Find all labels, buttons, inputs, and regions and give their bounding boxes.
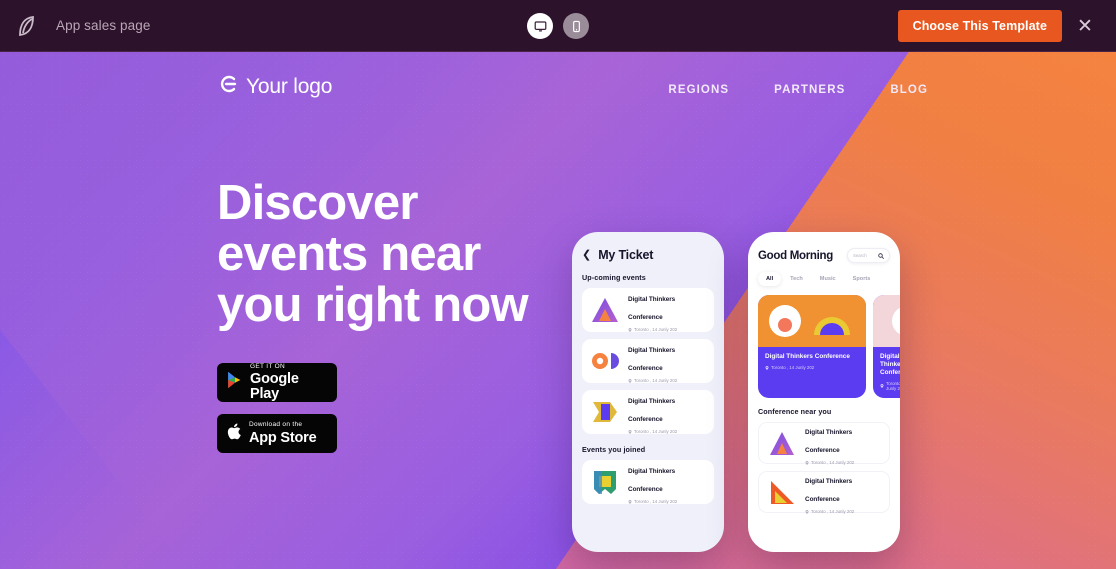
location-pin-icon bbox=[805, 509, 809, 514]
greeting-title: Good Morning bbox=[758, 249, 833, 262]
category-filter-chips: All Tech Music Sports bbox=[758, 272, 890, 286]
list-item[interactable]: Digital Thinkers Conference Toronto , 14… bbox=[758, 471, 890, 514]
location-pin-icon bbox=[628, 429, 632, 434]
hero-headline: Discover events near you right now bbox=[217, 176, 529, 332]
chip-tech[interactable]: Tech bbox=[782, 272, 811, 286]
featured-meta: Toronto , 14 Junly 202 bbox=[765, 365, 859, 370]
phone-mockup-left: ❮ My Ticket Up-coming events Digital Thi… bbox=[572, 232, 724, 552]
location-pin-icon bbox=[880, 384, 884, 388]
phone-left-screen: ❮ My Ticket Up-coming events Digital Thi… bbox=[572, 232, 724, 552]
nav-item-blog[interactable]: BLOG bbox=[890, 84, 928, 96]
triangle-orange-thumb bbox=[767, 477, 797, 507]
editor-topbar: App sales page Choose This Template ✕ bbox=[0, 0, 1116, 52]
nav-item-partners[interactable]: PARTNERS bbox=[774, 84, 845, 96]
list-item[interactable]: Digital Thinkers Conference Toronto , 14… bbox=[758, 422, 890, 465]
search-icon bbox=[878, 252, 884, 259]
nav-item-regions[interactable]: REGIONS bbox=[668, 84, 729, 96]
background-diagonal-band bbox=[0, 52, 1116, 569]
location-pin-icon bbox=[628, 499, 632, 504]
app-store-badge[interactable]: Download on the App Store bbox=[217, 414, 337, 453]
app-store-badge-small: Download on the bbox=[249, 421, 303, 428]
list-item[interactable]: Digital Thinkers Conference Toronto , 14… bbox=[582, 288, 714, 332]
section-title-near: Conference near you bbox=[758, 407, 832, 416]
triangle-purple-thumb bbox=[767, 428, 797, 458]
event-name: Digital Thinkers Conference bbox=[628, 347, 676, 372]
my-ticket-title: My Ticket bbox=[598, 248, 654, 262]
event-meta: Toronto , 14 Junly 202 bbox=[628, 429, 706, 434]
featured-name: Digital Thinkers Conference bbox=[880, 353, 900, 376]
template-preview-canvas: Your logo REGIONS PARTNERS BLOG Discover… bbox=[0, 52, 1116, 569]
event-name: Digital Thinkers Conference bbox=[805, 429, 853, 454]
leaf-logo-icon[interactable] bbox=[0, 0, 52, 52]
triangle-purple-thumb bbox=[590, 295, 620, 325]
desktop-icon[interactable] bbox=[527, 13, 553, 39]
google-play-icon bbox=[226, 371, 243, 394]
hero-section: Discover events near you right now GET I… bbox=[217, 178, 547, 453]
green-yellow-thumb bbox=[590, 467, 620, 497]
google-play-badge-label: Google Play bbox=[250, 371, 299, 402]
phone-mockup-right: Good Morning Search All Tech Music Sport… bbox=[748, 232, 900, 552]
pink-dots-banner bbox=[873, 295, 900, 347]
editor-actions: Choose This Template ✕ bbox=[897, 0, 1116, 52]
close-icon[interactable]: ✕ bbox=[1068, 9, 1102, 43]
chip-sports[interactable]: Sports bbox=[845, 272, 879, 286]
site-nav: REGIONS PARTNERS BLOG bbox=[668, 84, 928, 96]
featured-card[interactable]: Digital Thinkers Conference Toronto , 14… bbox=[873, 295, 900, 398]
section-title-joined: Events you joined bbox=[582, 445, 646, 454]
google-play-badge-small: GET IT ON bbox=[250, 362, 285, 370]
location-pin-icon bbox=[805, 460, 809, 465]
site-brand[interactable]: Your logo bbox=[217, 74, 332, 99]
search-input[interactable]: Search bbox=[847, 248, 890, 263]
background-noise-overlay bbox=[0, 52, 1116, 569]
app-store-badge-label: App Store bbox=[249, 429, 317, 446]
event-name: Digital Thinkers Conference bbox=[805, 478, 853, 503]
list-item[interactable]: Digital Thinkers Conference Toronto , 14… bbox=[582, 460, 714, 504]
featured-carousel[interactable]: Digital Thinkers Conference Toronto , 14… bbox=[758, 295, 900, 398]
event-meta: Toronto , 14 Junly 202 bbox=[628, 327, 706, 332]
event-meta: Toronto , 14 Junly 202 bbox=[628, 378, 706, 383]
ring-halfcircle-thumb bbox=[590, 346, 620, 376]
google-play-badge[interactable]: GET IT ON Google Play bbox=[217, 363, 337, 402]
mobile-icon[interactable] bbox=[563, 13, 589, 39]
choose-template-button[interactable]: Choose This Template bbox=[897, 10, 1062, 42]
site-brand-label: Your logo bbox=[246, 74, 333, 98]
location-pin-icon bbox=[765, 365, 769, 370]
chip-all[interactable]: All bbox=[758, 272, 782, 286]
chip-music[interactable]: Music bbox=[812, 272, 844, 286]
store-badges: GET IT ON Google Play Download on the Ap… bbox=[217, 363, 547, 453]
event-name: Digital Thinkers Conference bbox=[628, 398, 676, 423]
site-header: Your logo REGIONS PARTNERS BLOG bbox=[0, 52, 1116, 114]
event-name: Digital Thinkers Conference bbox=[628, 468, 676, 493]
search-placeholder: Search bbox=[853, 253, 867, 258]
phone-right-screen: Good Morning Search All Tech Music Sport… bbox=[748, 232, 900, 552]
location-pin-icon bbox=[628, 378, 632, 383]
my-ticket-header: ❮ My Ticket bbox=[582, 248, 714, 262]
bracket-logo-icon bbox=[217, 74, 237, 99]
greeting-header: Good Morning Search bbox=[758, 248, 890, 263]
event-name: Digital Thinkers Conference bbox=[628, 296, 676, 321]
featured-card[interactable]: Digital Thinkers Conference Toronto , 14… bbox=[758, 295, 866, 398]
arrow-yellow-thumb bbox=[590, 397, 620, 427]
location-pin-icon bbox=[628, 327, 632, 332]
chevron-left-icon[interactable]: ❮ bbox=[582, 249, 591, 261]
list-item[interactable]: Digital Thinkers Conference Toronto , 14… bbox=[582, 390, 714, 434]
event-meta: Toronto , 14 Junly 202 bbox=[805, 509, 881, 514]
apple-icon bbox=[226, 422, 242, 446]
featured-name: Digital Thinkers Conference bbox=[765, 353, 850, 360]
featured-meta: Toronto , 14 Junly 202 bbox=[880, 381, 900, 391]
section-title-upcoming: Up-coming events bbox=[582, 273, 646, 282]
event-meta: Toronto , 14 Junly 202 bbox=[805, 460, 881, 465]
editor-title: App sales page bbox=[56, 18, 151, 33]
list-item[interactable]: Digital Thinkers Conference Toronto , 14… bbox=[582, 339, 714, 383]
orange-shapes-banner bbox=[758, 295, 866, 347]
event-meta: Toronto , 14 Junly 202 bbox=[628, 499, 706, 504]
